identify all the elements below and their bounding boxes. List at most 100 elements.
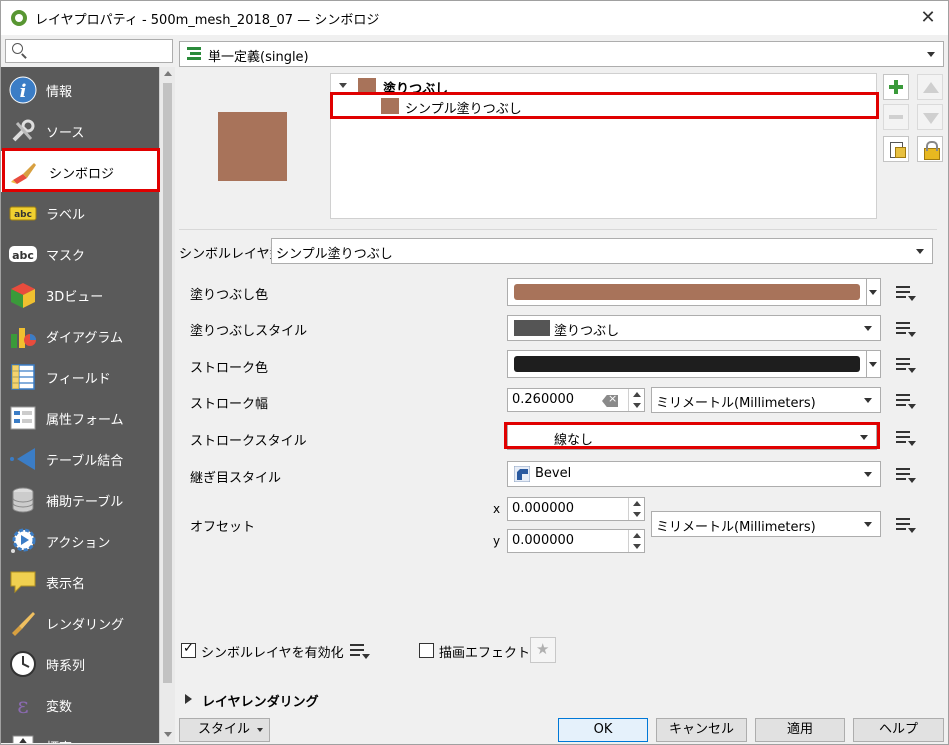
form-icon — [10, 406, 36, 430]
expand-arrow-icon[interactable] — [339, 83, 347, 88]
symbol-layer-type-select[interactable]: シンプル塗りつぶし — [271, 238, 933, 264]
sidebar-item-3d-view[interactable]: 3Dビュー — [1, 274, 159, 315]
sidebar-item-auxiliary-storage[interactable]: 補助テーブル — [1, 479, 159, 520]
stroke-style-label: ストロークスタイル — [190, 434, 307, 449]
sidebar-item-fields[interactable]: フィールド — [1, 356, 159, 397]
join-style-value: Bevel — [535, 466, 572, 481]
database-icon — [12, 487, 34, 513]
data-defined-override-icon[interactable] — [892, 354, 920, 376]
offset-unit-select[interactable]: ミリメートル(Millimeters) — [651, 511, 881, 537]
data-defined-override-icon[interactable] — [892, 427, 920, 449]
offset-unit-value: ミリメートル(Millimeters) — [656, 520, 816, 535]
divider — [179, 229, 937, 230]
spin-arrows[interactable] — [628, 498, 644, 520]
close-button[interactable]: ✕ — [914, 5, 942, 31]
sidebar-item-label: 表示名 — [46, 577, 86, 592]
chevron-down-icon — [864, 522, 872, 527]
fill-style-select[interactable]: 塗りつぶし — [507, 315, 881, 341]
spin-arrows[interactable] — [628, 530, 644, 552]
enable-layer-label: シンボルレイヤを有効化 — [201, 646, 344, 661]
sidebar-scrollbar[interactable] — [159, 67, 175, 743]
sidebar-item-label: ダイアグラム — [46, 331, 123, 346]
scrollbar-thumb[interactable] — [163, 83, 172, 683]
data-defined-override-icon[interactable] — [892, 318, 920, 340]
clear-icon[interactable] — [602, 395, 618, 407]
title-bar: レイヤプロパティ - 500m_mesh_2018_07 — シンボロジ ✕ — [1, 1, 948, 35]
fields-table-icon — [11, 364, 35, 390]
bevel-join-icon — [514, 466, 530, 482]
spin-arrows[interactable] — [628, 389, 644, 411]
sidebar-item-actions[interactable]: アクション — [1, 520, 159, 561]
sidebar-item-rendering[interactable]: レンダリング — [1, 602, 159, 643]
label-abc-icon: abc — [9, 206, 37, 221]
sidebar-item-label: 3Dビュー — [46, 290, 104, 305]
sidebar-item-label: ソース — [46, 126, 85, 141]
style-button[interactable]: スタイル — [179, 718, 270, 742]
speech-bubble-icon — [10, 571, 36, 594]
effects-star-button[interactable] — [530, 637, 556, 663]
offset-y-value: 0.000000 — [512, 533, 575, 548]
sidebar-item-attribute-form[interactable]: 属性フォーム — [1, 397, 159, 438]
fill-color-dropdown[interactable] — [867, 278, 881, 306]
join-arrow-icon — [10, 448, 35, 470]
renderer-select[interactable]: 単一定義(single) — [179, 41, 944, 67]
chevron-down-icon — [869, 362, 877, 367]
sidebar-item-label: 情報 — [46, 85, 73, 100]
draw-effects-checkbox[interactable] — [419, 643, 434, 658]
draw-effects-label: 描画エフェクト — [439, 646, 531, 661]
help-button[interactable]: ヘルプ — [853, 718, 944, 742]
sidebar-item-variables[interactable]: ε 変数 — [1, 684, 159, 725]
chevron-down-icon — [257, 728, 263, 732]
fill-style-label: 塗りつぶしスタイル — [190, 324, 308, 339]
enable-layer-checkbox[interactable] — [181, 641, 196, 658]
scroll-up-icon — [164, 71, 172, 76]
window-title: レイヤプロパティ - 500m_mesh_2018_07 — シンボロジ — [35, 13, 380, 28]
sidebar-item-label: ラベル — [46, 208, 86, 223]
stroke-color-button[interactable] — [507, 350, 867, 378]
move-up-button[interactable] — [917, 74, 943, 100]
epsilon-icon: ε — [17, 694, 28, 719]
stroke-width-spinbox[interactable]: 0.260000 — [507, 388, 645, 412]
sidebar-item-source[interactable]: ソース — [1, 110, 159, 151]
sidebar-item-mask[interactable]: abc マスク — [1, 233, 159, 274]
offset-y-spinbox[interactable]: 0.000000 — [507, 529, 645, 553]
sidebar-search-input[interactable] — [5, 39, 173, 63]
expand-arrow-icon[interactable] — [185, 694, 192, 704]
style-button-label: スタイル — [198, 722, 251, 737]
cancel-button[interactable]: キャンセル — [656, 718, 747, 742]
data-defined-override-icon[interactable] — [892, 514, 920, 536]
sidebar-item-information[interactable]: i 情報 — [1, 69, 159, 110]
sidebar-item-labels[interactable]: abc ラベル — [1, 192, 159, 233]
duplicate-layer-button[interactable] — [883, 136, 909, 162]
chevron-down-icon — [916, 249, 924, 254]
sidebar-item-temporal[interactable]: 時系列 — [1, 643, 159, 684]
remove-symbol-layer-button[interactable] — [883, 104, 909, 130]
chevron-down-icon — [927, 52, 935, 57]
sidebar-item-elevation[interactable]: 標高 — [1, 725, 159, 743]
ok-button[interactable]: OK — [558, 718, 648, 742]
chevron-down-icon — [864, 398, 872, 403]
stroke-width-value: 0.260000 — [512, 392, 575, 407]
data-defined-override-icon[interactable] — [346, 640, 374, 662]
fill-color-label: 塗りつぶし色 — [190, 288, 269, 303]
fill-color-button[interactable] — [507, 278, 867, 306]
sidebar-item-display[interactable]: 表示名 — [1, 561, 159, 602]
apply-button[interactable]: 適用 — [755, 718, 845, 742]
data-defined-override-icon[interactable] — [892, 464, 920, 486]
layer-rendering-section[interactable]: レイヤレンダリング — [202, 691, 319, 710]
join-style-label: 継ぎ目スタイル — [190, 471, 282, 486]
stroke-color-dropdown[interactable] — [867, 350, 881, 378]
move-down-button[interactable] — [917, 104, 943, 130]
lock-layer-button[interactable] — [917, 136, 943, 162]
sidebar-item-label: 変数 — [46, 700, 73, 715]
join-style-select[interactable]: Bevel — [507, 461, 881, 487]
sidebar-item-joins[interactable]: テーブル結合 — [1, 438, 159, 479]
data-defined-override-icon[interactable] — [892, 282, 920, 304]
stroke-width-unit-select[interactable]: ミリメートル(Millimeters) — [651, 387, 881, 413]
data-defined-override-icon[interactable] — [892, 390, 920, 412]
symbol-layer-type-value: シンプル塗りつぶし — [276, 247, 393, 262]
offset-x-spinbox[interactable]: 0.000000 — [507, 497, 645, 521]
chevron-down-icon — [864, 326, 872, 331]
add-symbol-layer-button[interactable] — [883, 74, 909, 100]
sidebar-item-diagrams[interactable]: ダイアグラム — [1, 315, 159, 356]
